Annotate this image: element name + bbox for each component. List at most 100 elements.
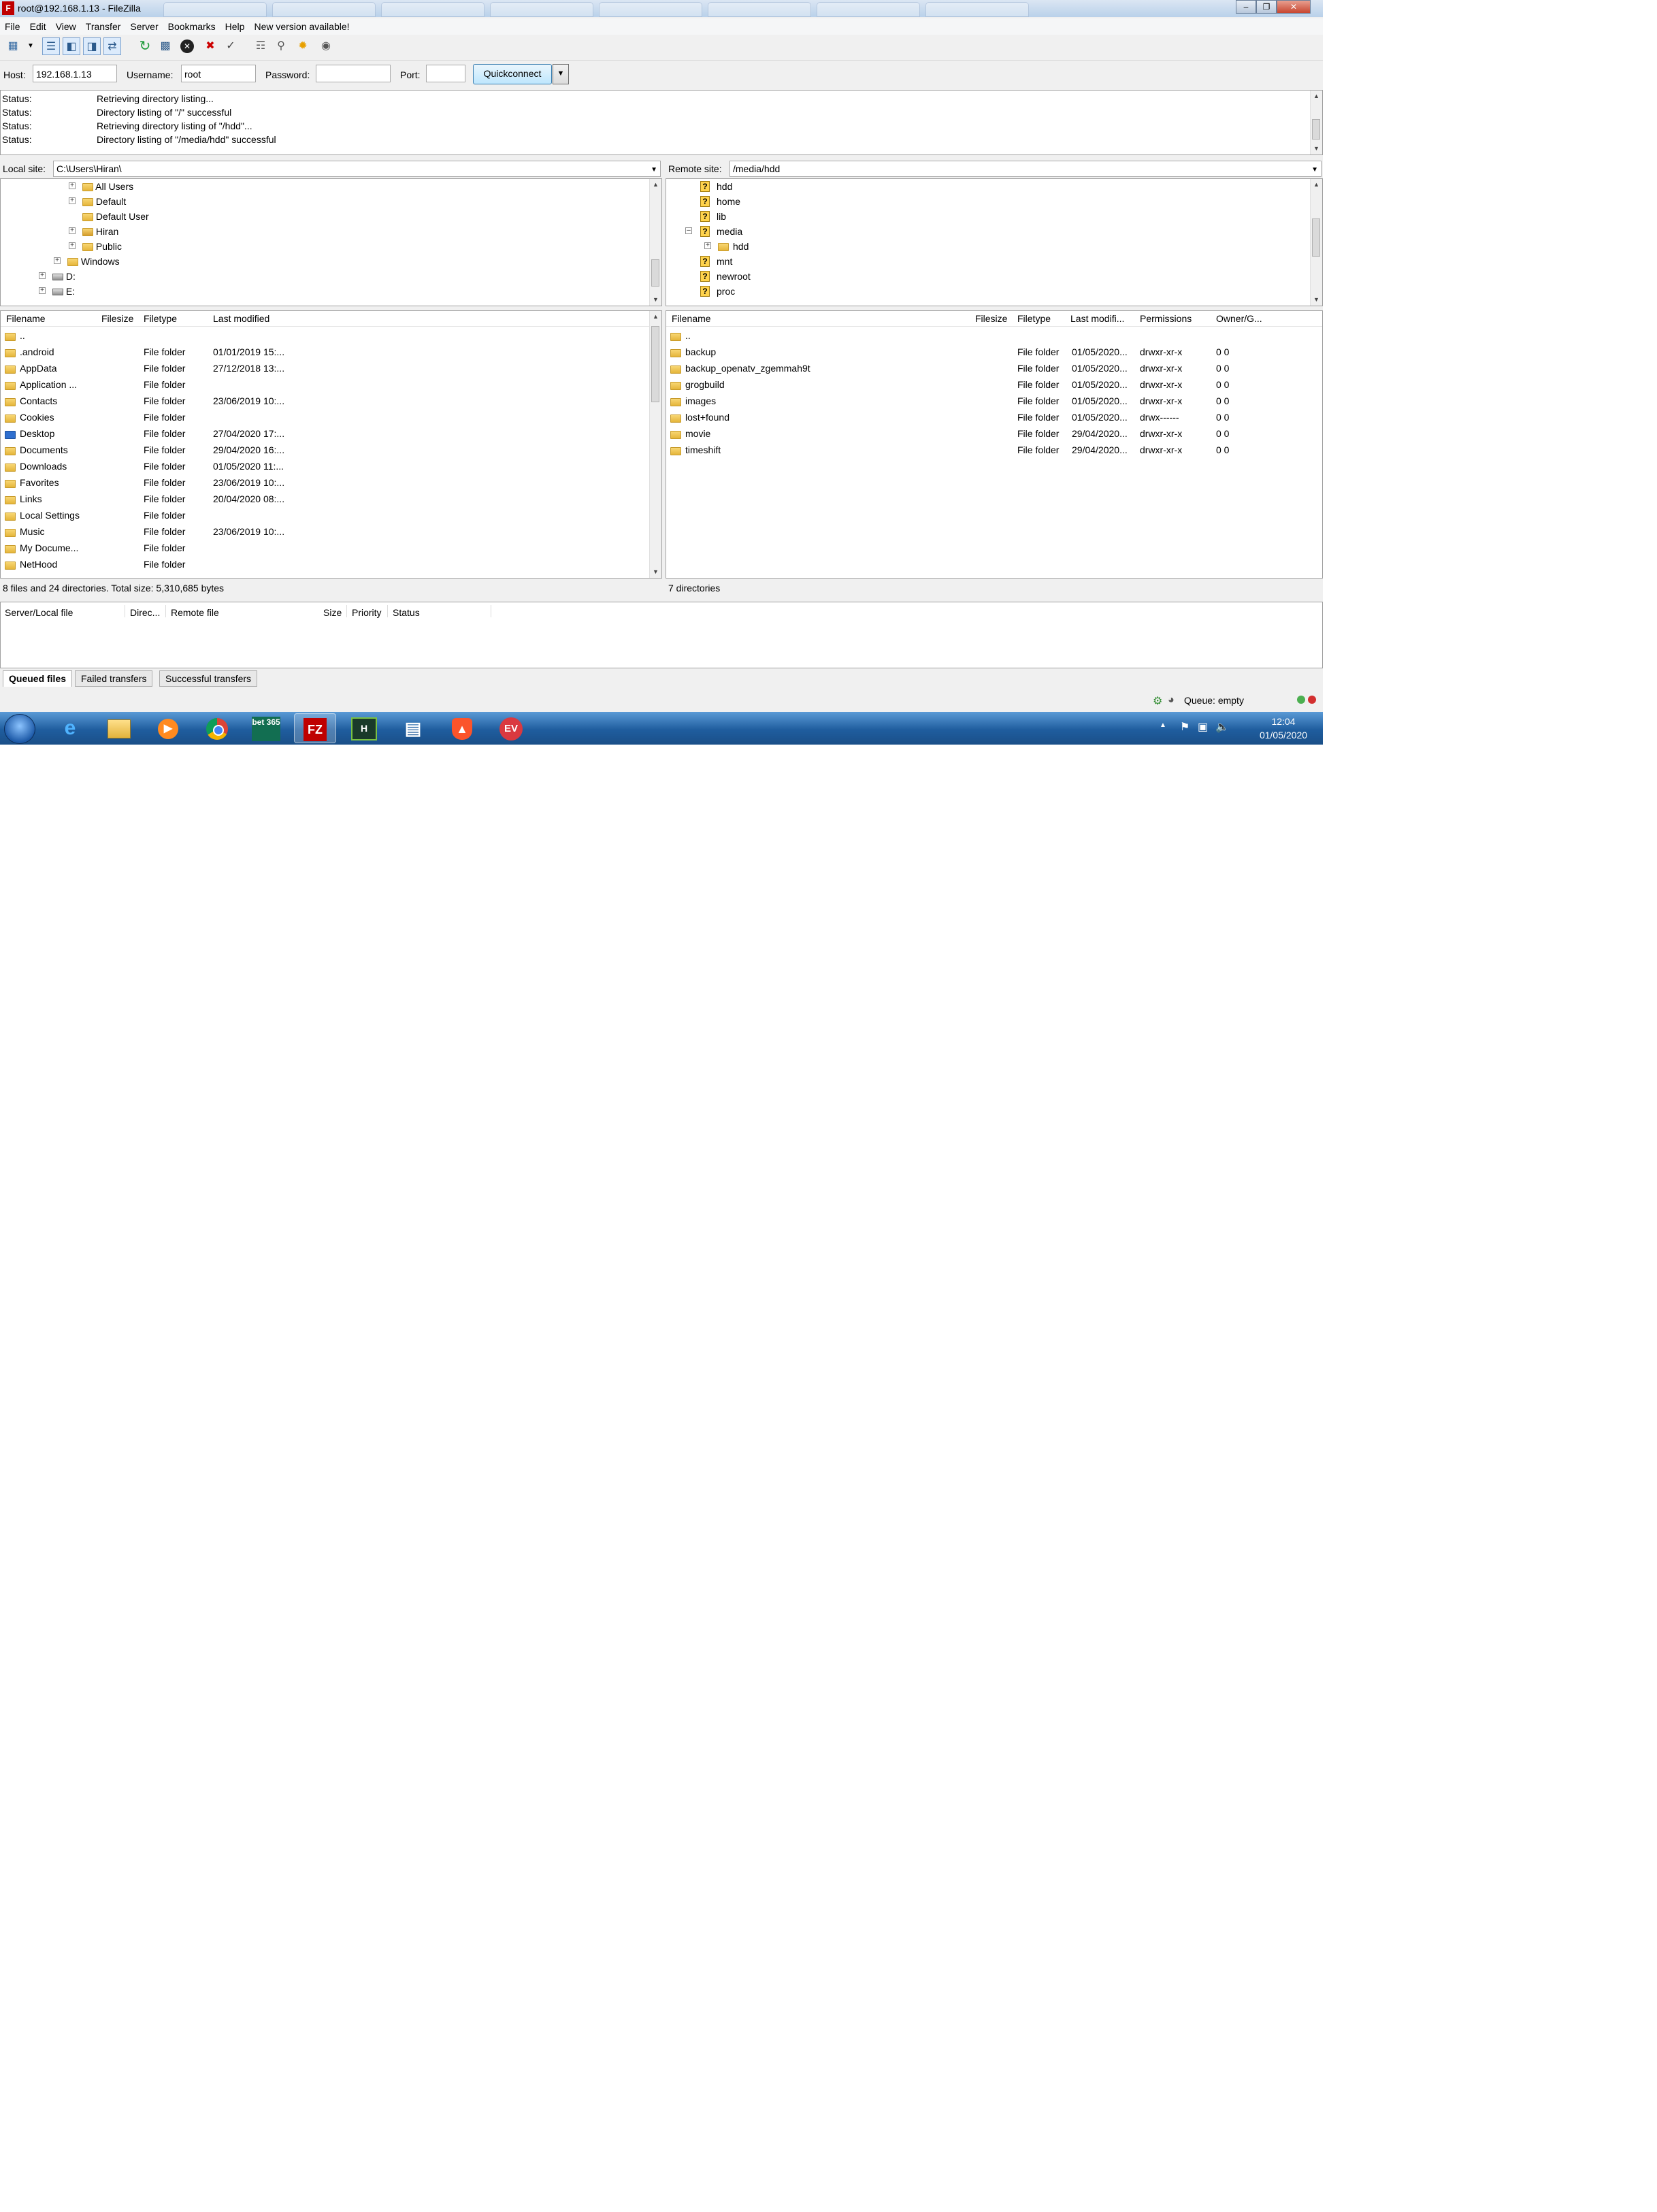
scroll-up-icon[interactable]: ▲ bbox=[650, 179, 661, 191]
queue-col-remote-file[interactable]: Remote file bbox=[171, 607, 219, 618]
col-last-modified[interactable]: Last modified bbox=[213, 313, 269, 324]
col-filetype[interactable]: Filetype bbox=[1017, 313, 1051, 324]
local-list-scrollbar[interactable]: ▲ ▼ bbox=[649, 311, 661, 578]
expand-icon[interactable]: + bbox=[69, 227, 76, 234]
list-item[interactable]: Downloads File folder 01/05/2020 11:... bbox=[1, 458, 650, 474]
toggle-remote-tree-icon[interactable]: ◨ bbox=[83, 37, 101, 55]
col-filesize[interactable]: Filesize bbox=[101, 313, 133, 324]
cancel-icon[interactable]: ✕ bbox=[178, 37, 196, 55]
col-filesize[interactable]: Filesize bbox=[975, 313, 1007, 324]
col-filetype[interactable]: Filetype bbox=[144, 313, 177, 324]
scroll-thumb[interactable] bbox=[1312, 119, 1320, 140]
network-tool-icon[interactable]: ▤ bbox=[392, 713, 434, 743]
list-item[interactable]: backup File folder 01/05/2020... drwxr-xr-x… bbox=[666, 344, 1311, 360]
list-item[interactable]: Contacts File folder 23/06/2019 10:... bbox=[1, 393, 650, 409]
list-item[interactable]: Cookies File folder bbox=[1, 409, 650, 425]
site-manager-dropdown-icon[interactable]: ▼ bbox=[22, 37, 39, 55]
scroll-up-icon[interactable]: ▲ bbox=[650, 311, 661, 323]
list-item[interactable]: images File folder 01/05/2020... drwxr-xr-x… bbox=[666, 393, 1311, 409]
expand-icon[interactable]: + bbox=[39, 272, 46, 279]
restore-icon[interactable]: ❐ bbox=[1256, 0, 1277, 14]
scroll-up-icon[interactable]: ▲ bbox=[1311, 179, 1322, 191]
local-path-input[interactable]: C:\Users\Hiran\ ▼ bbox=[53, 161, 661, 177]
expand-icon[interactable]: + bbox=[69, 242, 76, 249]
tab-failed-transfers[interactable]: Failed transfers bbox=[75, 670, 153, 687]
list-item[interactable]: movie File folder 29/04/2020... drwxr-xr-x 0… bbox=[666, 425, 1311, 442]
reconnect-icon[interactable]: ✓ bbox=[222, 37, 240, 55]
list-item[interactable]: .. bbox=[666, 327, 1311, 344]
chevron-down-icon[interactable]: ▼ bbox=[651, 166, 657, 174]
col-owner-group[interactable]: Owner/G... bbox=[1216, 313, 1262, 324]
queue-col-priority[interactable]: Priority bbox=[352, 607, 382, 618]
sync-browse-icon[interactable]: ✹ bbox=[294, 37, 312, 55]
clock-date[interactable]: 01/05/2020 bbox=[1249, 730, 1317, 741]
scroll-thumb[interactable] bbox=[651, 326, 659, 402]
list-item[interactable]: AppData File folder 27/12/2018 13:... bbox=[1, 360, 650, 376]
site-manager-icon[interactable]: ▦ bbox=[4, 37, 22, 55]
expressvpn-icon[interactable]: EV bbox=[490, 713, 532, 743]
list-item[interactable]: .. bbox=[1, 327, 650, 344]
menu-new-version[interactable]: New version available! bbox=[249, 18, 354, 32]
toggle-queue-icon[interactable]: ⇄ bbox=[103, 37, 121, 55]
queue-col-size[interactable]: Size bbox=[323, 607, 342, 618]
process-queue-icon[interactable]: ▩ bbox=[157, 37, 174, 55]
hdmi-app-icon[interactable]: H bbox=[343, 713, 385, 743]
scroll-up-icon[interactable]: ▲ bbox=[1311, 91, 1322, 102]
tab-successful-transfers[interactable]: Successful transfers bbox=[159, 670, 258, 687]
compare-icon[interactable]: ⚲ bbox=[272, 37, 290, 55]
action-center-flag-icon[interactable]: ⚑ bbox=[1180, 720, 1190, 734]
list-item[interactable]: My Docume... File folder bbox=[1, 540, 650, 556]
search-icon[interactable]: ◉ bbox=[317, 37, 335, 55]
col-last-modified[interactable]: Last modifi... bbox=[1070, 313, 1124, 324]
list-item[interactable]: backup_openatv_zgemmah9t File folder 01/05… bbox=[666, 360, 1311, 376]
scroll-down-icon[interactable]: ▼ bbox=[1311, 143, 1322, 154]
brave-icon[interactable]: ▲ bbox=[441, 713, 483, 743]
scroll-down-icon[interactable]: ▼ bbox=[650, 294, 661, 306]
collapse-icon[interactable]: – bbox=[685, 227, 692, 234]
toggle-log-icon[interactable]: ☰ bbox=[42, 37, 60, 55]
tab-queued-files[interactable]: Queued files bbox=[3, 670, 73, 687]
expand-icon[interactable]: + bbox=[69, 197, 76, 204]
col-filename[interactable]: Filename bbox=[672, 313, 711, 324]
filter-icon[interactable]: ☶ bbox=[252, 37, 269, 55]
list-item[interactable]: grogbuild File folder 01/05/2020... drwxr-x… bbox=[666, 376, 1311, 393]
menu-help[interactable]: Help bbox=[220, 18, 250, 32]
scroll-down-icon[interactable]: ▼ bbox=[650, 566, 661, 578]
queue-col-direction[interactable]: Direc... bbox=[130, 607, 160, 618]
expand-icon[interactable]: + bbox=[54, 257, 61, 264]
menu-view[interactable]: View bbox=[51, 18, 81, 32]
disconnect-icon[interactable]: ✖ bbox=[201, 37, 219, 55]
list-item[interactable]: timeshift File folder 29/04/2020... drwxr-x… bbox=[666, 442, 1311, 458]
quickconnect-button[interactable]: Quickconnect bbox=[473, 64, 552, 84]
menu-file[interactable]: File bbox=[0, 18, 25, 32]
list-item[interactable]: .android File folder 01/01/2019 15:... bbox=[1, 344, 650, 360]
internet-explorer-icon[interactable]: e bbox=[49, 713, 91, 743]
refresh-icon[interactable]: ↻ bbox=[136, 37, 154, 55]
file-explorer-icon[interactable] bbox=[98, 713, 140, 743]
host-input[interactable]: 192.168.1.13 bbox=[33, 65, 117, 82]
list-item[interactable]: Links File folder 20/04/2020 08:... bbox=[1, 491, 650, 507]
close-icon[interactable]: ✕ bbox=[1277, 0, 1311, 14]
expand-icon[interactable]: + bbox=[69, 182, 76, 189]
remote-path-input[interactable]: /media/hdd ▼ bbox=[729, 161, 1322, 177]
local-tree-scrollbar[interactable]: ▲ ▼ bbox=[649, 179, 661, 306]
username-input[interactable]: root bbox=[181, 65, 256, 82]
network-icon[interactable]: ▣ bbox=[1198, 720, 1208, 734]
list-item[interactable]: Local Settings File folder bbox=[1, 507, 650, 523]
list-item[interactable]: Documents File folder 29/04/2020 16:... bbox=[1, 442, 650, 458]
bet365-icon[interactable]: bet 365 bbox=[245, 713, 287, 743]
scroll-down-icon[interactable]: ▼ bbox=[1311, 294, 1322, 306]
start-button[interactable] bbox=[4, 714, 35, 744]
col-permissions[interactable]: Permissions bbox=[1140, 313, 1192, 324]
password-input[interactable] bbox=[316, 65, 391, 82]
queue-col-status[interactable]: Status bbox=[393, 607, 420, 618]
col-filename[interactable]: Filename bbox=[6, 313, 46, 324]
list-item[interactable]: Desktop File folder 27/04/2020 17:... bbox=[1, 425, 650, 442]
list-item[interactable]: lost+found File folder 01/05/2020... drwx--… bbox=[666, 409, 1311, 425]
expand-icon[interactable]: + bbox=[704, 242, 711, 249]
media-player-icon[interactable]: ▶ bbox=[147, 713, 189, 743]
menu-edit[interactable]: Edit bbox=[25, 18, 51, 32]
log-scrollbar[interactable]: ▲ ▼ bbox=[1310, 91, 1322, 154]
queue-col-server-local[interactable]: Server/Local file bbox=[5, 607, 73, 618]
menu-server[interactable]: Server bbox=[125, 18, 163, 32]
